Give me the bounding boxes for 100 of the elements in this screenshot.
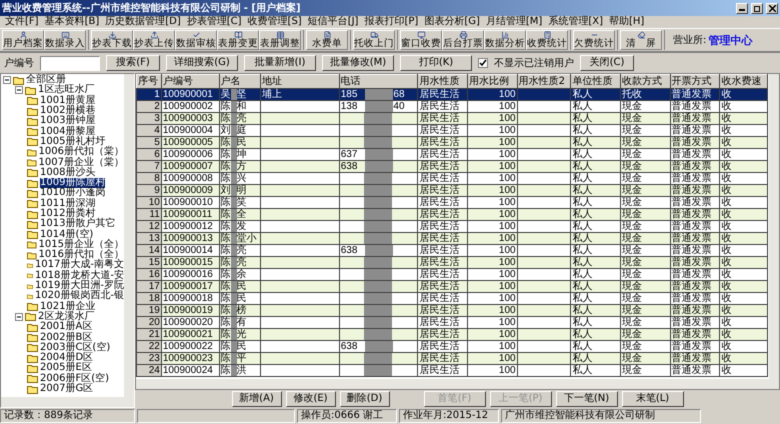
tree-item[interactable]: 2006册F区(空) (40, 374, 110, 384)
table-row[interactable]: 17 100900017 陈 民 居民生活 100 私人 現金 普通发票 收 (136, 280, 768, 292)
tree-item[interactable]: 1010册小蓬岗 (40, 188, 106, 198)
action-button[interactable]: 末笔(L) (622, 391, 684, 408)
table-row[interactable]: 24 100900024 陈 洪 居民生活 100 私人 現金 普通发票 收 (136, 364, 768, 376)
table-row[interactable]: 8 100900008 陈 兴 居民生活 100 私人 現金 普通发票 收 (136, 172, 768, 184)
tree-item[interactable]: 1006册代扣（棠） (38, 147, 124, 158)
toolbar-button[interactable]: 托收上门 (353, 30, 395, 50)
toolbar-button[interactable]: 抄表下载 (91, 30, 133, 50)
table-row[interactable]: 10 100900010 陈 笑 居民生活 100 私人 現金 普通发票 收 (136, 196, 768, 208)
table-row[interactable]: 12 100900012 陈 发 居民生活 100 私人 現金 普通发票 收 (136, 220, 768, 232)
column-header[interactable]: 电话 (339, 74, 418, 88)
table-row[interactable]: 19 100900019 陈 榜 居民生活 100 私人 現金 普通发票 收 (136, 304, 768, 316)
tree-item[interactable]: 2001册A区 (40, 322, 92, 332)
table-row[interactable]: 4 100900004 刘 庭 居民生活 100 私人 現金 普通发票 收 (136, 124, 768, 136)
tree-item[interactable]: 全部区册 (26, 75, 66, 86)
tree-item[interactable]: 1021册企业 (40, 302, 96, 312)
tree-item[interactable]: 1020册银岗西北-银 (34, 291, 124, 302)
tree-item[interactable]: 2003册C区(空) (40, 342, 110, 353)
table-row[interactable]: 1 100900001 吴 坚 埔上 185 68 居民生活 100 私人 托收 普通发票 收 (136, 88, 768, 100)
table-row[interactable]: 3 100900003 陈 亮 居民生活 100 私人 現金 普通发票 收 (136, 112, 768, 124)
menu-item[interactable]: 抄表管理[C] (184, 16, 245, 28)
table-row[interactable]: 11 100900011 陈 全 居民生活 100 私人 現金 普通发票 收 (136, 208, 768, 220)
table-row[interactable]: 20 100900020 陈 有 居民生活 100 私人 現金 普通发票 收 (136, 316, 768, 328)
table-row[interactable]: 14 100900014 陈 亮 638 居民生活 100 私人 現金 普通发票 收 (136, 244, 768, 256)
tree-item[interactable]: 2004册D区 (40, 353, 94, 364)
column-header[interactable]: 用水性质 (418, 74, 468, 88)
menu-item[interactable]: 系统管理[X] (545, 16, 606, 28)
column-header[interactable]: 单位性质 (570, 74, 621, 88)
toolbar-button[interactable]: 表册调整 (259, 30, 301, 50)
table-row[interactable]: 9 100900009 刘 明 居民生活 100 私人 現金 普通发票 收 (136, 184, 768, 196)
table-row[interactable]: 22 100900022 陈 民 638 居民生活 100 私人 現金 普通发票 收 (136, 340, 768, 352)
menu-item[interactable]: 图表分析[G] (421, 16, 483, 28)
search-row-button[interactable]: 批量修改(M) (322, 55, 394, 71)
column-header[interactable]: 用水比例 (467, 74, 518, 88)
tree-item[interactable]: 2007册G区 (40, 384, 94, 394)
tree-item[interactable]: 1区志旺水厂 (38, 85, 94, 96)
action-button[interactable]: 下一笔(N) (556, 391, 618, 408)
tree-item[interactable]: 2002册B区 (40, 332, 92, 343)
tree-item[interactable]: 1017册大成-南粤文 (34, 260, 124, 270)
toolbar-button[interactable]: 用户档案 (2, 30, 44, 50)
toolbar-button[interactable]: 水费单 (306, 30, 348, 50)
table-cell: 托收 (622, 89, 642, 100)
action-button[interactable]: 删除(D) (340, 391, 390, 408)
table-row[interactable]: 15 100900015 陈 亮 居民生活 100 私人 現金 普通发票 收 (136, 256, 768, 268)
action-button[interactable]: 新增(A) (232, 391, 282, 408)
column-header[interactable]: 地址 (260, 74, 340, 88)
toolbar-button[interactable]: 收费统计 (526, 30, 568, 50)
table-row[interactable]: 5 100900005 陈 民 居民生活 100 私人 現金 普通发票 收 (136, 136, 768, 148)
table-row[interactable]: 13 100900013 陈 堂小 居民生活 100 私人 現金 普通发票 收 (136, 232, 768, 244)
menu-item[interactable]: 报表打印[P] (361, 16, 422, 28)
tree-item[interactable]: 2区龙溪水厂 (38, 312, 94, 322)
column-header[interactable]: 收水费速 (720, 74, 768, 88)
tree-item[interactable]: 1008册沙头 (40, 168, 96, 178)
tree-item[interactable]: 1014册(空) (40, 230, 94, 240)
tree-item[interactable]: 1015册企业（全） (38, 240, 124, 250)
menu-item[interactable]: 收费管理[S] (244, 16, 305, 28)
menu-item[interactable]: 月结管理[M] (482, 16, 546, 28)
table-row[interactable]: 6 100900006 陈 坤 637 居民生活 100 私人 現金 普通发票 收 (136, 148, 768, 160)
table-row[interactable]: 7 100900007 陈 方 638 居民生活 100 私人 現金 普通发票 收 (136, 160, 768, 172)
column-header[interactable]: 用水性质2 (517, 74, 571, 88)
tree-item[interactable]: 2005册E区 (40, 363, 92, 374)
menu-item[interactable]: 帮助[H] (606, 16, 648, 28)
search-row-button[interactable]: 详细搜索(G) (166, 55, 238, 71)
tree-item[interactable]: 1005册礼村圩 (40, 136, 106, 147)
tree-item[interactable]: 1011册深湖 (40, 198, 96, 209)
menu-item[interactable]: 基本资料[B] (42, 16, 102, 28)
table-cell: 普通发票 (672, 197, 712, 208)
tree-item[interactable]: 1013册散户其它 (40, 219, 116, 230)
tree-item[interactable]: 1018册龙桥大道-安 (34, 270, 124, 281)
toolbar-button[interactable]: 后台打票 (442, 30, 484, 50)
toolbar-button[interactable]: 欠费统计 (573, 30, 615, 50)
toolbar-button[interactable]: 表册变更 (217, 30, 259, 50)
toolbar-button[interactable]: 数据审核 (175, 30, 217, 50)
table-row[interactable]: 23 100900023 陈 平 居民生活 100 私人 現金 普通发票 收 (136, 352, 768, 364)
table-row[interactable]: 16 100900016 陈 余 居民生活 100 私人 現金 普通发票 收 (136, 268, 768, 280)
menu-item[interactable]: 历史数据管理[D] (102, 16, 184, 28)
tree-item[interactable]: 1004册黎屋 (40, 126, 96, 137)
menu-item[interactable]: 短信平台[J] (304, 16, 362, 28)
toolbar-button[interactable]: 数据分析 (484, 30, 526, 50)
table-cell: 100 (498, 173, 516, 184)
table-row[interactable]: 21 100900021 陈 光 居民生活 100 私人 現金 普通发票 收 (136, 328, 768, 340)
search-row-button[interactable]: 打印(K) (400, 55, 472, 71)
tree-item[interactable]: 1007册企业（棠） (38, 158, 124, 168)
search-row-button[interactable]: 批量新增(I) (244, 55, 316, 71)
tree-item[interactable]: 1003册钟屋 (40, 116, 96, 126)
table-row[interactable]: 2 100900002 陈 和 138 40 居民生活 100 私人 現金 普通发票 收 (136, 100, 768, 112)
tree-item[interactable]: 1012册粪村 (40, 209, 96, 219)
toolbar-button[interactable]: 数据录入 (44, 30, 86, 50)
toolbar-button[interactable]: 窗口收费 (400, 30, 442, 50)
table-row[interactable]: 18 100900018 陈 民 居民生活 100 私人 現金 普通发票 收 (136, 292, 768, 304)
menu-item[interactable]: 文件[F] (2, 16, 42, 28)
search-row-button[interactable]: 搜索(F) (106, 55, 160, 71)
toolbar-button[interactable]: 抄表上传 (133, 30, 175, 50)
tree-item[interactable]: 1001册黄屋 (40, 96, 96, 106)
action-button[interactable]: 修改(E) (286, 391, 336, 408)
toolbar-button[interactable]: 清 屏 (620, 30, 662, 50)
table-cell: 普通发票 (672, 149, 712, 160)
close-button[interactable]: 关闭(C) (580, 55, 634, 71)
table-cell: 4 (154, 125, 160, 136)
